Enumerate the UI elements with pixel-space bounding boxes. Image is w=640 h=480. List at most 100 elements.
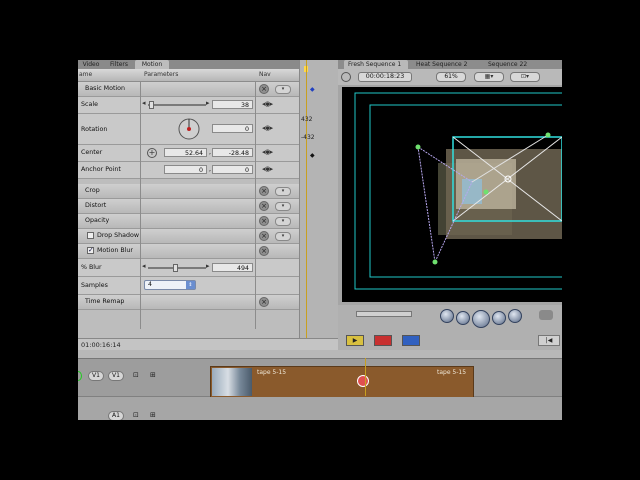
- view-options-popup[interactable]: ▦▾: [474, 72, 504, 82]
- blur-value-field[interactable]: 494: [212, 263, 253, 272]
- clip-name-left: tape 5-15: [257, 369, 287, 376]
- scale-slider-thumb[interactable]: [149, 101, 154, 109]
- video-track-v1: V1 V1 ⊡ ⊞ tape 5-15 tape 5-15: [78, 358, 562, 398]
- column-divider: [255, 81, 256, 329]
- auto-select-icon[interactable]: ⊞: [150, 371, 156, 379]
- jog-control[interactable]: [539, 310, 553, 320]
- clock-icon: [341, 72, 351, 82]
- scale-slider[interactable]: [148, 104, 206, 106]
- timeline: V1 V1 ⊡ ⊞ tape 5-15 tape 5-15 A1 ⊡ ⊞: [78, 350, 562, 420]
- comma-separator: ,: [209, 166, 212, 173]
- next-edit-icon[interactable]: [508, 309, 522, 323]
- crosshair-icon[interactable]: +: [147, 148, 157, 158]
- motion-blur-label: Motion Blur: [97, 247, 133, 254]
- rotation-value-field[interactable]: 0: [212, 124, 253, 133]
- playhead-line: [306, 60, 307, 338]
- rotation-label: Rotation: [81, 126, 108, 133]
- reset-icon[interactable]: ×: [259, 231, 269, 241]
- keyframe-icon[interactable]: ◆: [310, 152, 315, 159]
- name-column-header: ame: [79, 71, 93, 78]
- insert-edit-icon[interactable]: ▶: [346, 335, 364, 346]
- clip-thumbnail: [212, 368, 252, 396]
- distort-label: Distort: [85, 202, 107, 209]
- anchor-x-field[interactable]: 0: [164, 165, 207, 174]
- samples-select[interactable]: 4 ⇕: [144, 280, 196, 290]
- lock-icon[interactable]: ⊡: [133, 371, 139, 379]
- crop-label: Crop: [85, 187, 100, 194]
- overwrite-edit-icon[interactable]: [374, 335, 392, 346]
- drop-shadow-label: Drop Shadow: [97, 232, 139, 239]
- previous-edit-icon[interactable]: [440, 309, 454, 323]
- clip-name-right: tape 5-15: [437, 369, 467, 376]
- center-x-field[interactable]: 52.64: [164, 148, 207, 157]
- keyframe-nav-icon[interactable]: ◂◉▸: [262, 100, 273, 108]
- display-mode-popup[interactable]: ⊡▾: [510, 72, 540, 82]
- mark-in-out-icon[interactable]: |◀: [538, 335, 560, 346]
- step-forward-icon[interactable]: [492, 311, 506, 325]
- comma-separator: ,: [209, 149, 212, 156]
- motion-keyframe-icon[interactable]: [357, 375, 369, 387]
- keyframe-icon[interactable]: ◆: [310, 86, 315, 93]
- audio-track-a1: A1 ⊡ ⊞: [78, 397, 562, 420]
- keyframe-menu-button[interactable]: ▾: [275, 232, 291, 241]
- zoom-popup[interactable]: 61%: [436, 72, 466, 82]
- source-track-v1[interactable]: V1: [88, 371, 104, 381]
- slider-max-icon: ▸: [206, 99, 209, 107]
- blur-slider-thumb[interactable]: [173, 264, 178, 272]
- viewer-timecode[interactable]: 01:00:16:14: [78, 338, 338, 350]
- tab-sequence-22[interactable]: Sequence 22: [488, 60, 527, 69]
- center-y-field[interactable]: -28.48: [212, 148, 253, 157]
- center-label: Center: [81, 149, 103, 156]
- play-icon[interactable]: [472, 310, 490, 328]
- tab-fresh-sequence-1[interactable]: Fresh Sequence 1: [344, 60, 408, 69]
- rotation-dial-icon[interactable]: [176, 116, 202, 142]
- anchor-y-field[interactable]: 0: [212, 165, 253, 174]
- lock-icon[interactable]: ⊡: [133, 411, 139, 419]
- destination-track-v1[interactable]: V1: [108, 371, 124, 381]
- keyframe-nav-icon[interactable]: ◂◉▸: [262, 165, 273, 173]
- reset-icon[interactable]: ×: [259, 216, 269, 226]
- keyframe-graph[interactable]: ◆ 432 -432 ◆: [299, 60, 339, 338]
- keyframe-nav-icon[interactable]: ◂◉▸: [262, 148, 273, 156]
- keyframe-menu-button[interactable]: ▾: [275, 202, 291, 211]
- step-back-icon[interactable]: [456, 311, 470, 325]
- scale-value-field[interactable]: 38: [212, 100, 253, 109]
- replace-edit-icon[interactable]: [402, 335, 420, 346]
- motion-blur-checkbox[interactable]: ✓: [87, 247, 94, 254]
- timeline-clip[interactable]: tape 5-15 tape 5-15: [210, 366, 474, 398]
- reset-icon[interactable]: ×: [259, 246, 269, 256]
- tab-heat-sequence-2[interactable]: Heat Sequence 2: [416, 60, 467, 69]
- auto-select-icon[interactable]: ⊞: [150, 411, 156, 419]
- reset-icon[interactable]: ×: [259, 201, 269, 211]
- reset-icon[interactable]: ×: [259, 186, 269, 196]
- tab-video[interactable]: Video: [78, 60, 104, 69]
- drop-shadow-checkbox[interactable]: [87, 232, 94, 239]
- shuttle-control[interactable]: [356, 311, 412, 317]
- wireframe-overlay[interactable]: [342, 87, 562, 302]
- keyframe-menu-button[interactable]: ▾: [275, 187, 291, 196]
- canvas-viewport[interactable]: [342, 87, 562, 302]
- keyframe-nav-icon[interactable]: ◂◉▸: [262, 124, 273, 132]
- reset-icon[interactable]: ×: [259, 297, 269, 307]
- slider-min-icon: ◂: [142, 99, 145, 107]
- keyframe-menu-button[interactable]: ▾: [275, 217, 291, 226]
- keyframe-menu-button[interactable]: ▾: [275, 85, 291, 94]
- column-divider: [140, 81, 141, 329]
- keyframe-value-min: -432: [301, 134, 315, 141]
- basic-motion-label: Basic Motion: [85, 85, 126, 92]
- nav-column-header: Nav: [259, 71, 271, 78]
- tab-motion[interactable]: Motion: [135, 60, 169, 69]
- slider-min-icon: ◂: [142, 262, 145, 270]
- canvas-timecode-field[interactable]: 00:00:18:23: [358, 72, 412, 82]
- tab-filters[interactable]: Filters: [106, 60, 132, 69]
- slider-max-icon: ▸: [206, 262, 209, 270]
- blur-label: % Blur: [81, 264, 102, 271]
- canvas-transport: ▶ |◀: [338, 305, 562, 350]
- keyframe-value-max: 432: [301, 116, 313, 123]
- playhead-line: [365, 358, 366, 396]
- stepper-icon[interactable]: ⇕: [186, 281, 195, 289]
- canvas-window: Fresh Sequence 1 Heat Sequence 2 Sequenc…: [338, 60, 562, 350]
- reset-icon[interactable]: ×: [259, 84, 269, 94]
- track-visibility-icon[interactable]: [78, 371, 82, 381]
- destination-track-a1[interactable]: A1: [108, 411, 124, 420]
